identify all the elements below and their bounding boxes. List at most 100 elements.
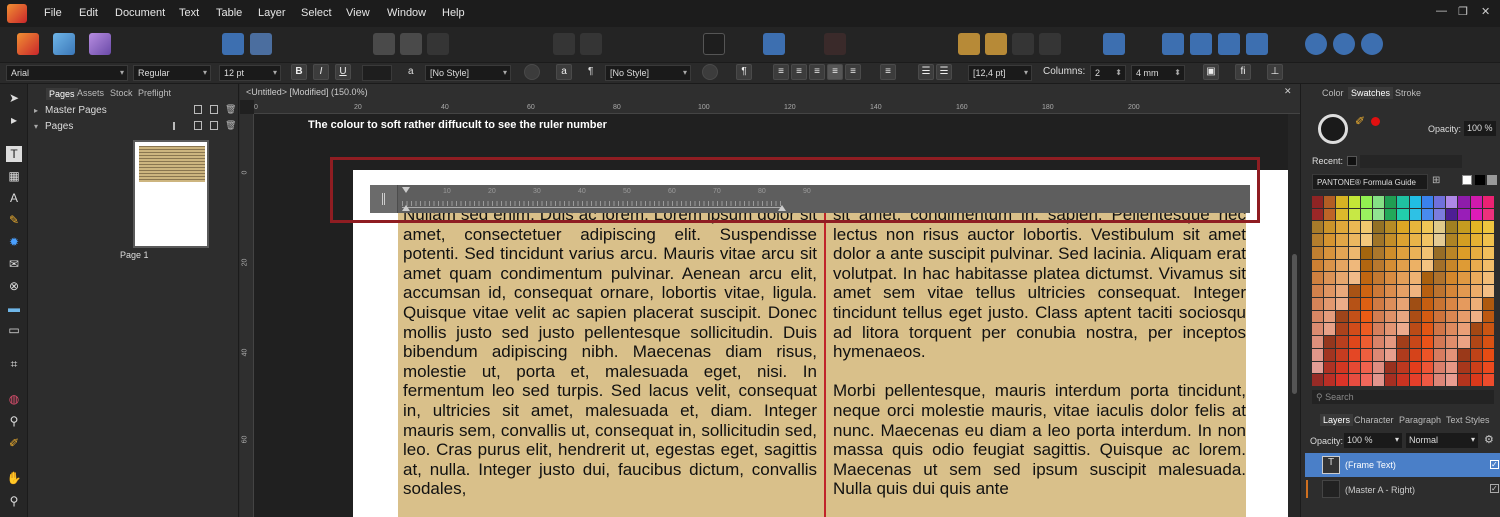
color-swatch[interactable]: [1312, 336, 1324, 348]
color-swatch[interactable]: [1409, 323, 1421, 336]
publisher-persona-icon[interactable]: [89, 33, 111, 55]
menu-help[interactable]: Help: [442, 7, 465, 19]
color-swatch[interactable]: [1324, 374, 1336, 386]
color-swatch[interactable]: [1372, 361, 1385, 374]
maximize-button[interactable]: ❐: [1458, 5, 1468, 18]
justify-button[interactable]: ≡: [827, 64, 843, 80]
canvas-area[interactable]: <Untitled> [Modified] (150.0%) ✕ 0 20 40 …: [240, 84, 1300, 517]
ellipse-frame-tool-icon[interactable]: ⊗: [6, 278, 22, 294]
color-swatch[interactable]: [1433, 196, 1446, 208]
horizontal-ruler[interactable]: 0 20 40 60 80 100 120 140 160 180 200: [254, 100, 1300, 114]
typography-button[interactable]: fi: [1235, 64, 1251, 80]
color-swatch[interactable]: [1470, 208, 1482, 221]
spread-icon[interactable]: [173, 122, 183, 130]
color-swatch[interactable]: [1397, 196, 1409, 208]
color-swatch[interactable]: [1470, 246, 1482, 259]
pin-icon[interactable]: [553, 33, 575, 55]
vertical-ruler[interactable]: 0 20 40 60: [240, 114, 254, 517]
frame-text-tool-icon[interactable]: T: [6, 146, 22, 162]
boolean-intersect-icon[interactable]: [1361, 33, 1383, 55]
color-swatch[interactable]: [1372, 259, 1385, 272]
color-swatch[interactable]: [1458, 310, 1470, 323]
color-swatch[interactable]: [1324, 208, 1336, 221]
color-swatch[interactable]: [1360, 336, 1372, 348]
color-swatch[interactable]: [1385, 208, 1397, 221]
color-swatch[interactable]: [1360, 196, 1372, 208]
color-swatch[interactable]: [1421, 285, 1433, 297]
color-swatch[interactable]: [1348, 310, 1360, 323]
color-swatch[interactable]: [1360, 259, 1372, 272]
text-frame[interactable]: Nullam sed enim. Duis ac lorem. Lorem ip…: [398, 212, 1246, 517]
color-swatch[interactable]: [1336, 208, 1348, 221]
color-swatch[interactable]: [1312, 221, 1324, 234]
color-swatch[interactable]: [1336, 285, 1348, 297]
delete-master-icon[interactable]: 🗑: [225, 104, 236, 115]
color-swatch[interactable]: [1360, 272, 1372, 285]
color-swatch[interactable]: [1446, 285, 1458, 297]
color-swatch[interactable]: [1336, 297, 1348, 310]
node-tool-icon[interactable]: ▸: [6, 112, 22, 128]
color-picker-tool-icon[interactable]: ✐: [6, 435, 22, 451]
color-swatch[interactable]: [1385, 285, 1397, 297]
color-swatch[interactable]: [1421, 374, 1433, 386]
tab-assets[interactable]: Assets: [77, 88, 104, 98]
minimize-button[interactable]: —: [1436, 5, 1447, 17]
color-swatch[interactable]: [1385, 272, 1397, 285]
color-swatch[interactable]: [1348, 246, 1360, 259]
color-swatch[interactable]: [1446, 246, 1458, 259]
designer-persona-icon[interactable]: [17, 33, 39, 55]
palette-menu-icon[interactable]: ⊞: [1432, 175, 1440, 186]
gray-swatch[interactable]: [1487, 175, 1497, 185]
color-swatch[interactable]: [1397, 374, 1409, 386]
photo-persona-icon[interactable]: [53, 33, 75, 55]
color-swatch[interactable]: [1433, 297, 1446, 310]
color-swatch[interactable]: [1458, 246, 1470, 259]
shape-tool-icon[interactable]: ✹: [6, 234, 22, 250]
color-swatch[interactable]: [1348, 348, 1360, 361]
color-swatch[interactable]: [1385, 234, 1397, 246]
color-swatch[interactable]: [1409, 297, 1421, 310]
color-swatch[interactable]: [1458, 259, 1470, 272]
color-swatch[interactable]: [1348, 285, 1360, 297]
align-icon[interactable]: [1103, 33, 1125, 55]
align-center-button[interactable]: ≡: [791, 64, 807, 80]
color-swatch[interactable]: [1482, 323, 1494, 336]
color-swatch[interactable]: [1372, 272, 1385, 285]
color-swatch[interactable]: [1482, 310, 1494, 323]
color-swatch[interactable]: [1470, 297, 1482, 310]
color-swatch[interactable]: [1397, 323, 1409, 336]
close-window-button[interactable]: ✕: [1481, 5, 1490, 18]
studio-link-icon[interactable]: [250, 33, 272, 55]
blend-mode-select[interactable]: Normal ▾: [1406, 433, 1478, 448]
color-swatch[interactable]: [1421, 196, 1433, 208]
color-swatch[interactable]: [1336, 246, 1348, 259]
flip-vertical-icon[interactable]: [1190, 33, 1212, 55]
color-swatch[interactable]: [1312, 272, 1324, 285]
color-swatch[interactable]: [1470, 285, 1482, 297]
layer-visibility-checkbox[interactable]: ✓: [1490, 460, 1499, 469]
color-swatch[interactable]: [1372, 336, 1385, 348]
vertical-align-button[interactable]: ≡: [880, 64, 896, 80]
columns-stepper[interactable]: 2 ⬍: [1090, 65, 1126, 81]
color-swatch[interactable]: [1336, 374, 1348, 386]
page-thumbnail[interactable]: [133, 140, 209, 248]
move-tool-icon[interactable]: ➤: [6, 90, 22, 106]
color-swatch[interactable]: [1397, 336, 1409, 348]
color-swatch[interactable]: [1312, 348, 1324, 361]
color-swatch[interactable]: [1470, 196, 1482, 208]
color-swatch[interactable]: [1421, 259, 1433, 272]
boolean-add-icon[interactable]: [1305, 33, 1327, 55]
color-swatch[interactable]: [1482, 196, 1494, 208]
color-swatch[interactable]: [1312, 196, 1324, 208]
arrange-forward-icon[interactable]: [985, 33, 1007, 55]
color-swatch[interactable]: [1421, 234, 1433, 246]
fill-stroke-selector[interactable]: [1318, 114, 1348, 144]
transparency-tool-icon[interactable]: ⚲: [6, 413, 22, 429]
color-swatch[interactable]: [1458, 374, 1470, 386]
black-swatch[interactable]: [1475, 175, 1485, 185]
color-swatch[interactable]: [1372, 234, 1385, 246]
vector-crop-tool-icon[interactable]: ▭: [6, 322, 22, 338]
color-swatch[interactable]: [1446, 208, 1458, 221]
color-swatch[interactable]: [1397, 348, 1409, 361]
baseline-grid-button[interactable]: ⊥: [1267, 64, 1283, 80]
